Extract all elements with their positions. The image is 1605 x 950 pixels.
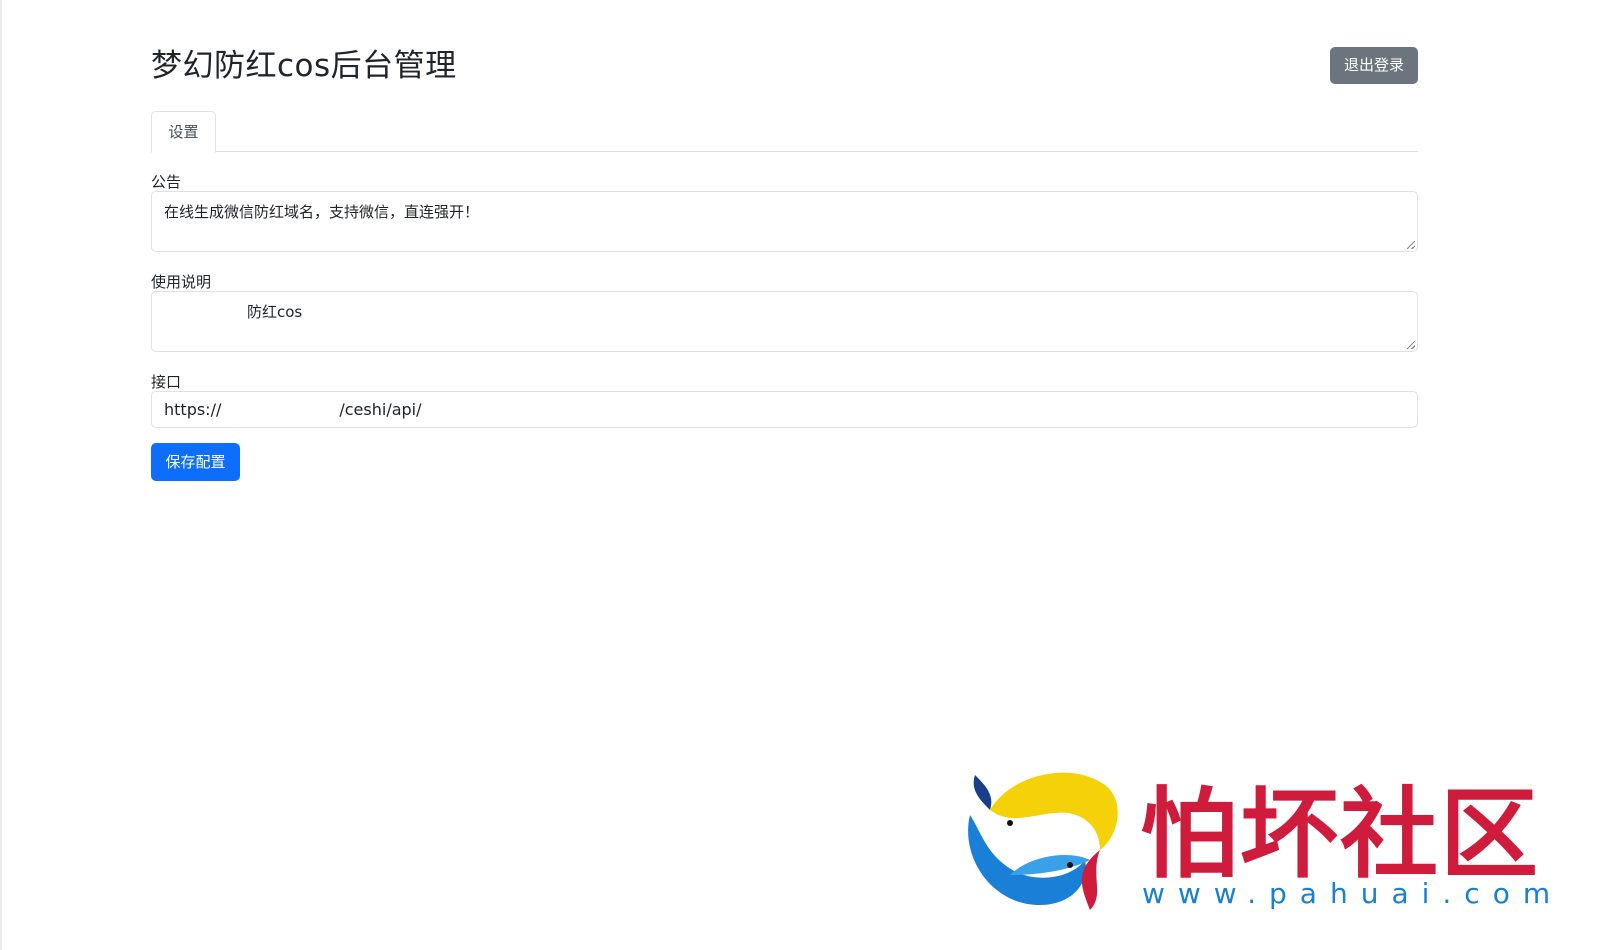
page-title: 梦幻防红cos后台管理 — [151, 48, 457, 84]
notice-text: 在线生成微信防红域名，支持微信，直连强开！ — [164, 203, 480, 221]
tab-settings[interactable]: 设置 — [151, 111, 216, 153]
instructions-label: 使用说明 — [151, 273, 212, 291]
api-prefix: https:// — [164, 400, 222, 419]
page-header: 梦幻防红cos后台管理 退出登录 — [151, 0, 1418, 100]
instructions-text: 防红cos — [247, 303, 303, 321]
resize-grip-icon[interactable] — [1407, 341, 1415, 349]
resize-grip-icon[interactable] — [1407, 241, 1415, 249]
fish-logo-icon — [968, 772, 1118, 910]
api-input[interactable]: https:// /ceshi/api/ — [151, 391, 1418, 428]
watermark: 怕坏社区 www.pahuai.com — [950, 755, 1550, 915]
admin-container: 梦幻防红cos后台管理 退出登录 设置 公告 在线生成微信防红域名，支持微信，直… — [151, 0, 1418, 481]
logout-button[interactable]: 退出登录 — [1330, 47, 1418, 84]
watermark-brand-text: 怕坏社区 — [1140, 777, 1541, 892]
window-edge — [0, 0, 2, 950]
instructions-textarea[interactable]: 防红cos — [151, 291, 1418, 352]
notice-textarea[interactable]: 在线生成微信防红域名，支持微信，直连强开！ — [151, 191, 1418, 252]
api-label: 接口 — [151, 373, 182, 391]
notice-label: 公告 — [151, 173, 182, 191]
watermark-url: www.pahuai.com — [1142, 877, 1564, 910]
tab-bar: 设置 — [151, 111, 1418, 153]
save-config-button[interactable]: 保存配置 — [151, 443, 240, 481]
api-suffix: /ceshi/api/ — [339, 400, 422, 419]
